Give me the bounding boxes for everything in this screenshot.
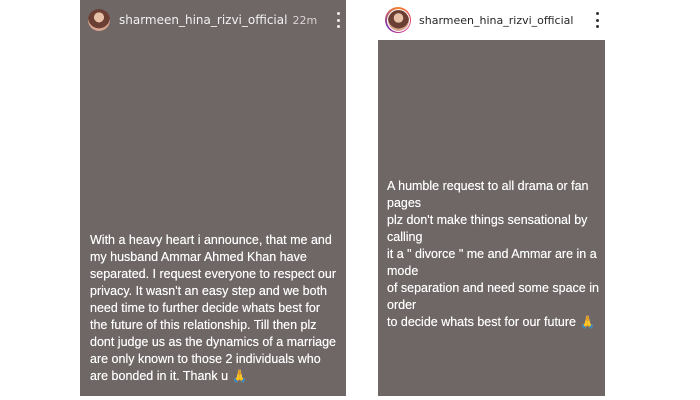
story-text-left: With a heavy heart i announce, that me a…: [90, 232, 346, 385]
story-caption-right: A humble request to all drama or fan pag…: [387, 179, 599, 329]
story-header-left: sharmeen_hina_rizvi_official 22m: [80, 0, 346, 40]
folded-hands-emoji-icon: 🙏: [580, 315, 595, 329]
story-right: sharmeen_hina_rizvi_official A humble re…: [378, 0, 605, 396]
profile-avatar: [386, 8, 410, 32]
story-caption-left: With a heavy heart i announce, that me a…: [90, 233, 336, 383]
folded-hands-emoji-icon: 🙏: [232, 369, 248, 383]
story-ring[interactable]: [385, 7, 411, 33]
username-label[interactable]: sharmeen_hina_rizvi_official: [419, 14, 573, 27]
timestamp-label: 22m: [292, 13, 318, 27]
story-text-right: A humble request to all drama or fan pag…: [387, 178, 605, 331]
profile-avatar[interactable]: [88, 9, 110, 31]
username-label[interactable]: sharmeen_hina_rizvi_official: [119, 13, 287, 27]
more-vertical-icon[interactable]: [595, 12, 599, 28]
story-left: sharmeen_hina_rizvi_official 22m With a …: [80, 0, 346, 396]
story-header-right: sharmeen_hina_rizvi_official: [378, 0, 605, 40]
more-vertical-icon[interactable]: [336, 12, 340, 28]
